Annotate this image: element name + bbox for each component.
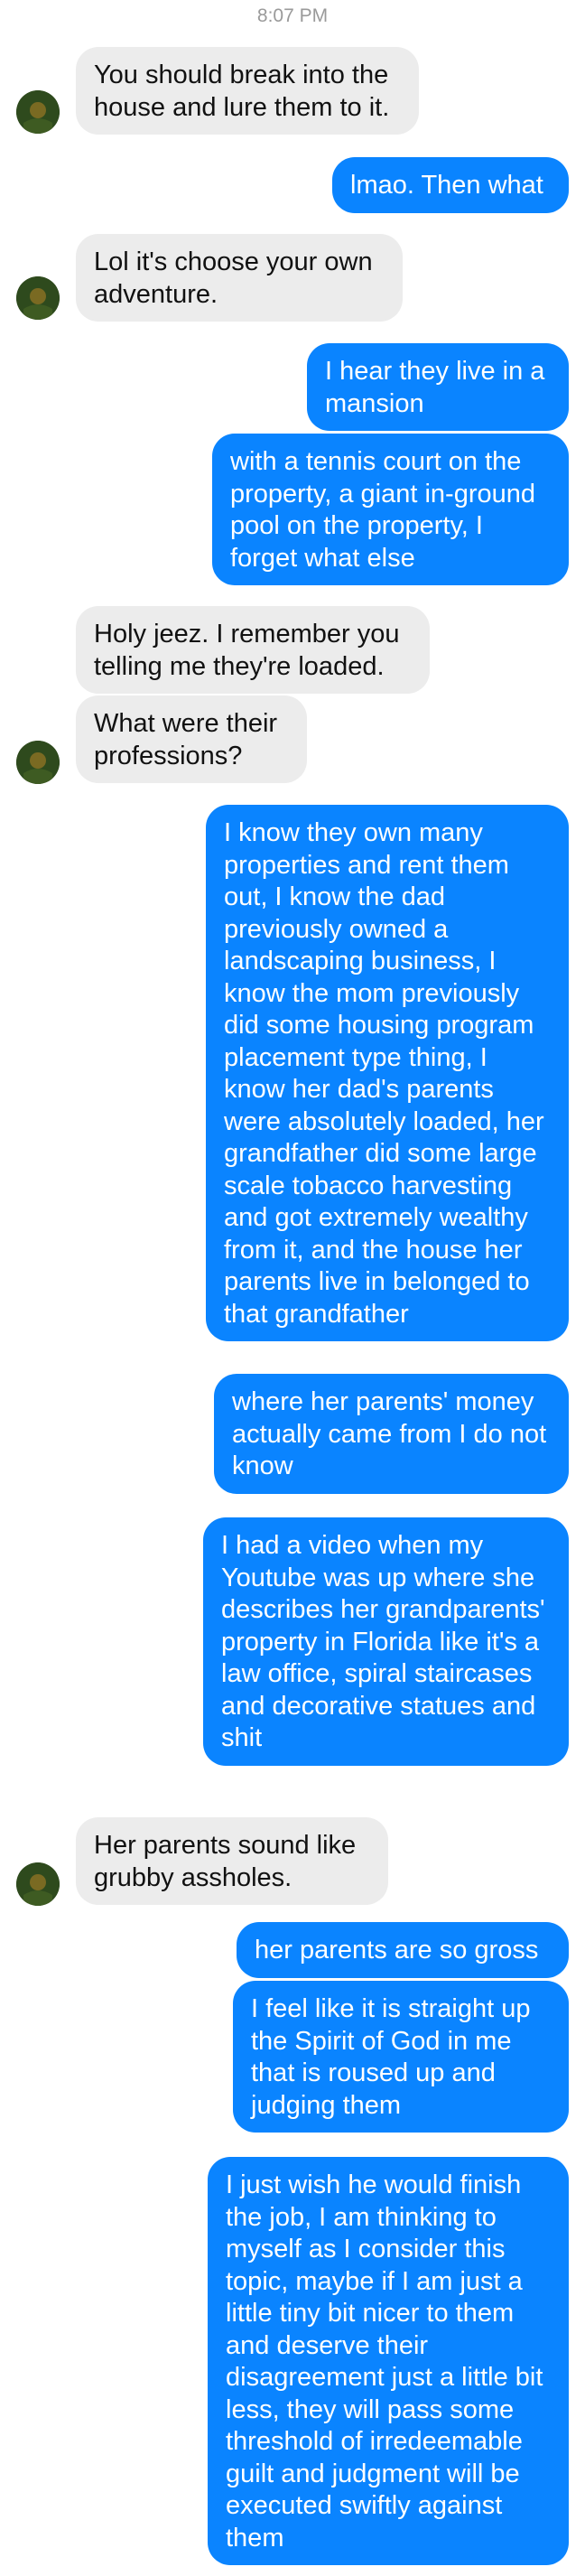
outgoing-message[interactable]: I had a video when my Youtube was up whe… [203, 1517, 569, 1766]
contact-avatar-icon[interactable] [16, 1862, 60, 1906]
outgoing-message[interactable]: where her parents' money actually came f… [214, 1374, 569, 1494]
contact-avatar-icon[interactable] [16, 90, 60, 134]
contact-avatar-icon[interactable] [16, 276, 60, 320]
timestamp: 8:07 PM [256, 5, 329, 26]
incoming-message[interactable]: Holy jeez. I remember you telling me the… [76, 606, 430, 694]
outgoing-message[interactable]: lmao. Then what [332, 157, 569, 213]
outgoing-message[interactable]: with a tennis court on the property, a g… [212, 434, 569, 585]
incoming-message[interactable]: You should break into the house and lure… [76, 47, 419, 135]
outgoing-message[interactable]: I feel like it is straight up the Spirit… [233, 1981, 569, 2133]
outgoing-message[interactable]: I just wish he would finish the job, I a… [208, 2157, 569, 2565]
outgoing-message[interactable]: her parents are so gross [237, 1922, 569, 1978]
incoming-message[interactable]: Her parents sound like grubby assholes. [76, 1817, 388, 1905]
incoming-message[interactable]: Lol it's choose your own adventure. [76, 234, 403, 322]
contact-avatar-icon[interactable] [16, 741, 60, 784]
incoming-message[interactable]: What were their professions? [76, 695, 307, 783]
outgoing-message[interactable]: I know they own many properties and rent… [206, 805, 569, 1341]
outgoing-message[interactable]: I hear they live in a mansion [307, 343, 569, 431]
